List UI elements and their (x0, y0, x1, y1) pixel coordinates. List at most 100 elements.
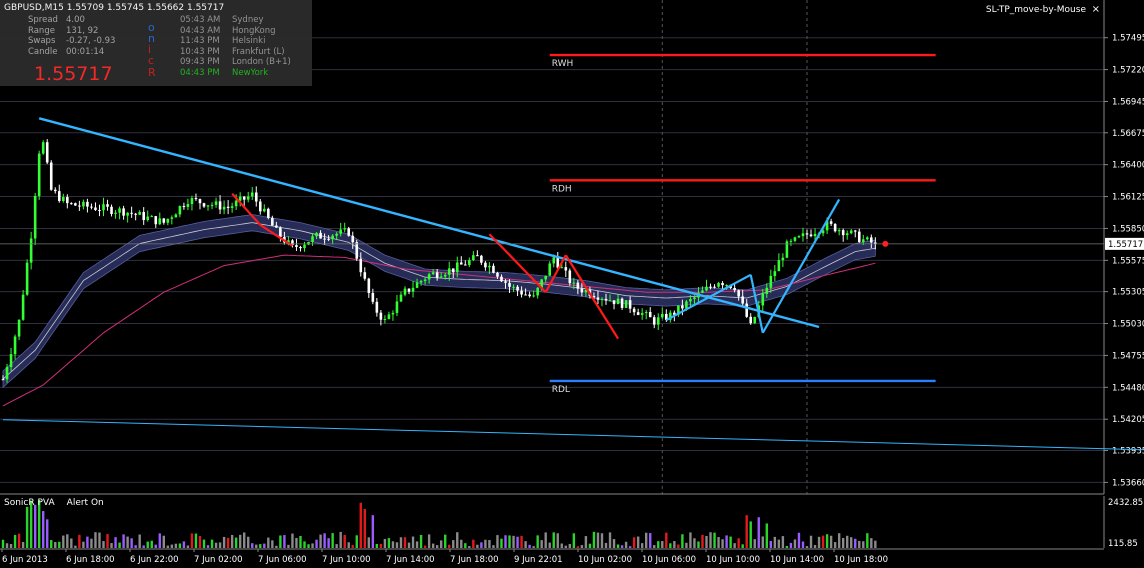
volume-bar (681, 534, 684, 548)
info-panel: GBPUSD,M15 1.55709 1.55745 1.55662 1.557… (0, 0, 312, 86)
candle-body (258, 201, 262, 212)
volume-bar (528, 544, 531, 548)
volume-bar (359, 502, 362, 548)
volume-bar (777, 539, 781, 548)
volume-bar (263, 543, 266, 548)
volume-bar (472, 539, 475, 548)
volume-bar (323, 533, 326, 548)
candle-body (640, 313, 644, 315)
candle-body (57, 191, 61, 202)
volume-bar (50, 540, 53, 548)
volume-bar (749, 521, 752, 548)
volume-bar (13, 535, 17, 548)
volume-bar (307, 544, 310, 548)
x-tick-label: 7 Jun 02:00 (194, 555, 243, 565)
candle-body (833, 223, 837, 232)
volume-bar (226, 537, 230, 548)
candle-body (391, 312, 395, 315)
candle-body (315, 232, 318, 237)
candle-body (102, 204, 105, 211)
volume-bar (214, 542, 218, 548)
close-icon[interactable]: × (1092, 4, 1100, 15)
volume-bar (572, 533, 576, 548)
volume-bar (785, 546, 789, 548)
candle-body (41, 142, 45, 154)
volume-bar (271, 540, 274, 548)
candle-body (331, 235, 334, 240)
candle-body (789, 240, 793, 242)
alert-status: Alert On (66, 498, 104, 508)
volume-bar (275, 545, 278, 548)
volume-bar (407, 542, 411, 548)
candle-body (753, 317, 757, 324)
candle-body (246, 196, 250, 200)
x-tick-label: 10 Jun 18:00 (834, 555, 888, 565)
volume-bar (439, 540, 443, 548)
candle-body (182, 206, 186, 208)
candle-body (725, 285, 728, 287)
volume-bar (862, 541, 865, 548)
volume-bar (536, 535, 539, 548)
volume-bar (761, 536, 764, 548)
volume-bar (102, 541, 105, 548)
volume-bar (387, 538, 391, 548)
candle-body (114, 212, 117, 214)
volume-bar (154, 544, 157, 548)
candle-body (411, 287, 415, 292)
candle-body (508, 282, 511, 287)
volume-bar (753, 539, 756, 548)
candle-body (805, 233, 809, 235)
candle-body (174, 214, 178, 218)
volume-bar (190, 533, 194, 548)
volume-bar (238, 534, 242, 548)
volume-bar (829, 535, 833, 548)
volume-bar (508, 535, 511, 548)
candle-body (335, 233, 338, 236)
volume-bar (210, 539, 214, 548)
volume-bar (21, 542, 25, 548)
subwindow-label: SonicR PVA Alert On (4, 498, 116, 508)
volume-bar (243, 532, 246, 548)
candle-body (98, 210, 101, 212)
candle-body (564, 267, 568, 271)
candle-body (568, 270, 572, 284)
candle-body (528, 294, 531, 297)
current-price-label: 1.55717 (1108, 240, 1143, 250)
volume-bar (600, 533, 604, 548)
candle-body (845, 233, 849, 236)
candle-body (351, 235, 355, 243)
candle-body (717, 283, 720, 287)
candle-body (45, 142, 49, 163)
candle-body (681, 305, 684, 309)
candle-body (134, 213, 137, 215)
candle-body (82, 201, 85, 207)
candle-body (367, 278, 371, 293)
session-row: 04:43 AM HongKong (180, 25, 276, 36)
candle-body (472, 255, 475, 261)
candle-body (263, 208, 266, 212)
volume-bar (709, 532, 712, 548)
candle-body (307, 242, 310, 245)
candle-body (705, 286, 708, 291)
candle-body (198, 199, 202, 204)
volume-bar (789, 542, 793, 548)
volume-bar (150, 540, 153, 548)
volume-bar (54, 541, 57, 548)
candle-body (464, 264, 467, 266)
candle-body (339, 229, 342, 234)
candle-body (866, 237, 869, 240)
candle-body (194, 198, 198, 200)
level-label: RDH (552, 184, 572, 194)
volume-bar (303, 541, 306, 548)
candle-body (861, 239, 865, 243)
candle-body (801, 233, 805, 237)
candle-body (524, 294, 527, 296)
candle-body (648, 312, 652, 318)
x-tick-label: 9 Jun 22:01 (514, 555, 563, 565)
x-tick-label: 10 Jun 02:00 (578, 555, 632, 565)
candle-body (9, 354, 13, 368)
volume-bar (870, 538, 873, 548)
volume-bar (805, 546, 809, 548)
volume-bar (351, 545, 354, 548)
volume-bar (632, 537, 636, 548)
